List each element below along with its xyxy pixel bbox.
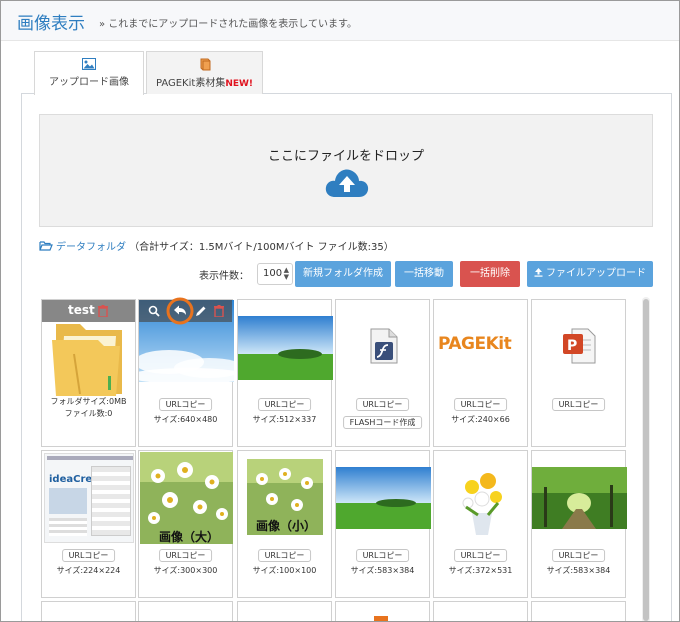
file-upload-label: ファイルアップロード (546, 268, 646, 279)
image-large-label: 画像（大） (159, 530, 220, 544)
image-small-label: 画像（小） (256, 519, 317, 533)
image-item-meadow[interactable]: URLコピー サイズ:512×337 (237, 299, 333, 447)
image-size: サイズ:372×531 (448, 566, 513, 575)
image-item-flowers-small[interactable]: 画像（小） URLコピー サイズ:100×100 (237, 450, 332, 598)
item-hover-bar (139, 297, 232, 325)
pencil-icon[interactable] (195, 305, 207, 317)
forest-thumbnail (532, 467, 627, 529)
url-copy-button[interactable]: URLコピー (453, 549, 508, 562)
url-copy-button[interactable]: URLコピー (257, 549, 312, 562)
image-item-sky[interactable]: URLコピー サイズ:640×480 (138, 297, 234, 447)
upload-icon (534, 268, 543, 277)
item-hover-bar: test (42, 300, 135, 322)
page-subtitle: » これまでにアップロードされた画像を表示しています。 (99, 19, 357, 30)
image-size: サイズ:583×384 (546, 566, 611, 575)
folder-size: フォルダサイズ:0MB (50, 397, 127, 406)
display-count-value: 100 (263, 268, 283, 279)
grid-item[interactable] (433, 601, 528, 621)
website-thumbnail-text: ideaCre (49, 474, 93, 485)
meadow-thumbnail (238, 316, 333, 380)
image-size: サイズ:300×300 (153, 566, 218, 575)
url-copy-button[interactable]: URLコピー (61, 549, 116, 562)
bulk-move-button[interactable]: 一括移動 (395, 261, 453, 287)
select-arrows-icon: ▲ ▼ (283, 266, 289, 281)
image-item-forest[interactable]: URLコピー サイズ:583×384 (531, 450, 627, 598)
meadow-2-thumbnail (336, 467, 431, 529)
url-copy-button[interactable]: URLコピー (355, 398, 410, 411)
bulk-delete-button[interactable]: 一括削除 (460, 261, 520, 287)
tab-pagekit-label: PAGEKit素材集 (155, 78, 226, 89)
image-size: サイズ:640×480 (153, 415, 218, 424)
tab-upload-label: アップロード画像 (49, 77, 129, 88)
flash-file-icon (370, 328, 398, 364)
zoom-icon[interactable] (148, 305, 160, 317)
new-folder-button[interactable]: 新規フォルダ作成 (295, 261, 391, 287)
file-upload-button[interactable]: ファイルアップロード (527, 261, 653, 287)
page-header: 画像表示 » これまでにアップロードされた画像を表示しています。 (1, 1, 679, 41)
image-icon (82, 58, 96, 70)
bouquet-thumbnail (458, 459, 506, 537)
grid-item[interactable] (237, 601, 332, 621)
trash-icon[interactable] (98, 305, 108, 317)
new-badge: NEW! (225, 79, 254, 89)
folder-thumbnail (52, 324, 122, 396)
image-item-meadow-2[interactable]: URLコピー サイズ:583×384 (335, 450, 431, 598)
app-window: 画像表示 » これまでにアップロードされた画像を表示しています。 アップロード画… (0, 0, 680, 622)
url-copy-button[interactable]: URLコピー (551, 549, 606, 562)
display-count-select[interactable]: 100 ▲ ▼ (257, 263, 293, 285)
url-copy-button[interactable]: URLコピー (257, 398, 312, 411)
powerpoint-file-item[interactable]: P URLコピー (531, 299, 626, 447)
partial-thumbnail (374, 616, 388, 621)
dropzone-text: ここにファイルをドロップ (267, 149, 424, 164)
grid-item[interactable] (335, 601, 430, 621)
tab-pagekit-materials[interactable]: PAGEKit素材集NEW! (146, 51, 263, 94)
svg-text:P: P (567, 338, 577, 354)
folder-item-test[interactable]: test フォルダサイズ:0MB ファイル数:0 (41, 299, 136, 447)
url-copy-button[interactable]: URLコピー (551, 398, 606, 411)
share-icon[interactable] (166, 297, 194, 325)
url-copy-button[interactable]: URLコピー (158, 398, 213, 411)
website-thumbnail: ideaCre (44, 453, 134, 543)
image-item-flowers-large[interactable]: 画像（大） URLコピー サイズ:300×300 (138, 450, 233, 598)
flash-code-button[interactable]: FLASHコード作成 (342, 416, 423, 429)
data-folder-link[interactable]: データフォルダ (56, 242, 126, 253)
url-copy-button[interactable]: URLコピー (158, 549, 213, 562)
file-dropzone[interactable]: ここにファイルをドロップ (39, 114, 653, 227)
page-title: 画像表示 (17, 14, 85, 34)
tab-upload-images[interactable]: アップロード画像 (34, 51, 144, 95)
pagekit-logo: PAGEKit (438, 334, 512, 354)
image-size: サイズ:240×66 (451, 415, 510, 424)
image-item-website[interactable]: ideaCre URLコピー サイズ:224×224 (41, 450, 136, 598)
grid-item[interactable] (138, 601, 233, 621)
url-copy-button[interactable]: URLコピー (453, 398, 508, 411)
folder-breadcrumb: データフォルダ （合計サイズ：1.5Mバイト/100Mバイト ファイル数:35） (39, 238, 394, 253)
image-item-pagekit-logo[interactable]: PAGEKit URLコピー サイズ:240×66 (433, 299, 528, 447)
image-size: サイズ:100×100 (252, 566, 317, 575)
folder-usage-info: （合計サイズ：1.5Mバイト/100Mバイト ファイル数:35） (129, 242, 394, 253)
grid-item[interactable] (531, 601, 626, 621)
folder-open-icon (39, 241, 53, 251)
trash-icon[interactable] (214, 305, 224, 317)
image-item-bouquet[interactable]: URLコピー サイズ:372×531 (433, 450, 528, 598)
image-size: サイズ:583×384 (350, 566, 415, 575)
folder-count: ファイル数:0 (64, 409, 113, 418)
display-count-label: 表示件数： (199, 271, 249, 282)
grid-scrollbar-thumb[interactable] (643, 299, 649, 621)
image-size: サイズ:224×224 (56, 566, 121, 575)
grid-item[interactable] (41, 601, 136, 621)
cloud-upload-icon (325, 169, 369, 197)
flash-file-item[interactable]: URLコピー FLASHコード作成 (335, 299, 430, 447)
url-copy-button[interactable]: URLコピー (355, 549, 410, 562)
folder-name: test (68, 303, 95, 317)
image-size: サイズ:512×337 (252, 415, 317, 424)
powerpoint-file-icon: P (563, 328, 596, 364)
book-icon (200, 58, 210, 71)
